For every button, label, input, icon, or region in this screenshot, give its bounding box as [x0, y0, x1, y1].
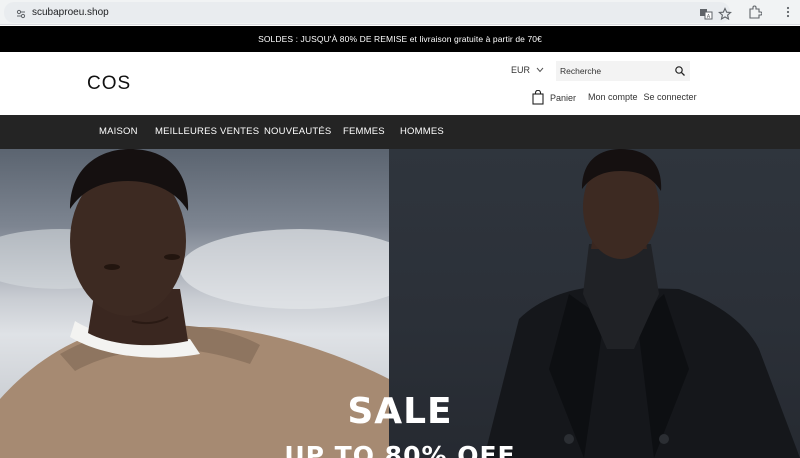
shopping-bag-icon: [532, 90, 544, 105]
promo-text: SOLDES : JUSQU'À 80% DE REMISE et livrai…: [258, 34, 542, 44]
account-links: Mon compte Se connecter: [588, 92, 697, 102]
translate-icon[interactable]: A: [699, 7, 713, 21]
hero-banner[interactable]: SALE UP TO 80% OFF: [0, 149, 800, 458]
currency-selector[interactable]: EUR: [511, 65, 544, 75]
logo[interactable]: COS: [87, 73, 131, 95]
my-account-link[interactable]: Mon compte: [588, 92, 638, 102]
hero-title: SALE: [347, 391, 453, 432]
browser-toolbar: scubaproeu.shop A: [0, 0, 800, 25]
main-nav: MAISON MEILLEURES VENTES NOUVEAUTÉS FEMM…: [0, 115, 800, 149]
site-header: COS EUR Panier Mon compte Se connecter: [0, 52, 800, 115]
menu-icon[interactable]: [781, 5, 795, 19]
search-input[interactable]: [560, 64, 670, 78]
extensions-icon[interactable]: [748, 5, 762, 19]
hero-subtitle: UP TO 80% OFF: [284, 441, 516, 458]
search-icon[interactable]: [674, 65, 686, 77]
chevron-down-icon: [536, 67, 544, 73]
url-text[interactable]: scubaproeu.shop: [32, 7, 109, 18]
site-info-icon[interactable]: [16, 9, 26, 19]
cart-label: Panier: [550, 92, 577, 103]
currency-label: EUR: [511, 65, 531, 75]
nav-item-femmes[interactable]: FEMMES: [343, 126, 385, 137]
nav-item-hommes[interactable]: HOMMES: [400, 126, 444, 137]
star-icon[interactable]: [718, 7, 732, 21]
nav-item-meilleures-ventes[interactable]: MEILLEURES VENTES: [155, 126, 259, 137]
svg-text:A: A: [707, 14, 711, 20]
search-box: [556, 61, 690, 81]
promo-banner: SOLDES : JUSQU'À 80% DE REMISE et livrai…: [0, 26, 800, 52]
nav-item-nouveautes[interactable]: NOUVEAUTÉS: [264, 126, 331, 137]
address-bar[interactable]: scubaproeu.shop A: [4, 2, 732, 23]
cart-link[interactable]: Panier: [532, 90, 576, 105]
nav-item-maison[interactable]: MAISON: [99, 126, 138, 137]
login-link[interactable]: Se connecter: [644, 92, 697, 102]
